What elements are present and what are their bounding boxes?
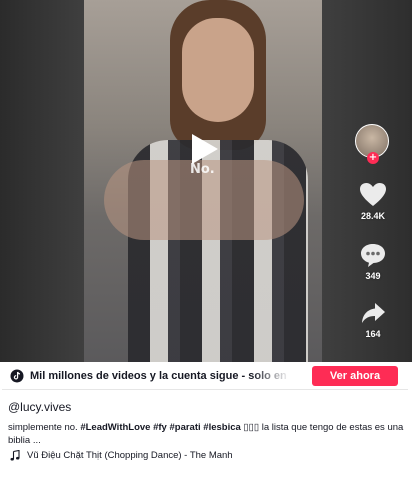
post-description: simplemente no. #LeadWithLove #fy #parat…	[8, 421, 404, 447]
video-overlay-text: No.	[190, 162, 215, 177]
description-text: simplemente no.	[8, 422, 81, 433]
comment-button[interactable]: 349	[355, 242, 391, 281]
hashtag-leadwithlove[interactable]: #LeadWithLove	[80, 422, 150, 433]
action-bar: + 28.4K 349 164	[355, 124, 391, 339]
share-icon	[362, 303, 385, 323]
shares-count: 164	[365, 329, 381, 339]
video-person-face	[182, 18, 254, 122]
promo-text: Mil millones de videos y la cuenta sigue…	[30, 369, 290, 382]
author-username[interactable]: @lucy.vives	[8, 400, 404, 414]
hashtag-lesbica[interactable]: #lesbica	[203, 422, 241, 433]
author-avatar[interactable]: +	[355, 124, 389, 164]
likes-count: 28.4K	[360, 211, 386, 221]
like-button[interactable]: 28.4K	[355, 182, 391, 221]
play-button[interactable]	[188, 132, 220, 166]
video-blur-left	[0, 0, 84, 362]
music-title: Vũ Điệu Chặt Thịt (Chopping Dance) - The…	[27, 450, 233, 461]
video-player[interactable]: No. + 28.4K 349 164	[0, 0, 412, 362]
music-link[interactable]: Vũ Điệu Chặt Thịt (Chopping Dance) - The…	[8, 450, 404, 461]
follow-plus-icon[interactable]: +	[367, 152, 379, 164]
music-note-icon	[10, 450, 20, 461]
tiktok-logo-icon	[10, 369, 24, 382]
share-button[interactable]: 164	[355, 300, 391, 339]
promo-banner: Mil millones de videos y la cuenta sigue…	[2, 362, 408, 390]
heart-icon	[360, 183, 386, 206]
comments-count: 349	[365, 271, 381, 281]
video-frame[interactable]	[84, 0, 322, 362]
post-meta: @lucy.vives simplemente no. #LeadWithLov…	[8, 400, 404, 461]
hashtag-fy[interactable]: #fy	[153, 422, 167, 433]
comment-icon	[361, 244, 385, 267]
hashtag-parati[interactable]: #parati	[169, 422, 200, 433]
play-icon	[192, 134, 218, 164]
see-now-button[interactable]: Ver ahora	[312, 366, 398, 386]
